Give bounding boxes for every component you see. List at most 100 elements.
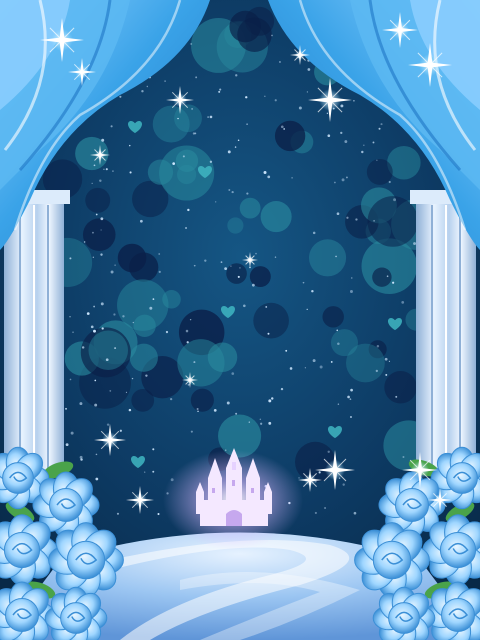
star-speck: [220, 261, 223, 263]
star-speck: [393, 198, 397, 202]
star-speck: [285, 349, 288, 352]
rose: [354, 522, 430, 598]
star-speck: [139, 219, 143, 223]
star-speck: [388, 180, 391, 184]
bokeh-dot: [82, 218, 116, 251]
star-speck: [340, 104, 344, 108]
star-speck: [243, 304, 246, 308]
star-speck: [224, 267, 228, 271]
bokeh-dot: [346, 343, 385, 383]
star-speck: [103, 168, 105, 170]
star-speck: [248, 421, 250, 423]
star-speck: [204, 259, 207, 262]
star-speck: [246, 123, 248, 125]
star-speck: [101, 327, 104, 330]
star-speck: [268, 399, 272, 403]
star-speck: [263, 171, 267, 175]
star-speck: [346, 216, 349, 219]
star-speck: [337, 403, 340, 405]
star-speck: [350, 388, 353, 392]
star-speck: [110, 125, 113, 128]
star-speck: [79, 402, 83, 406]
bokeh-dot: [117, 243, 147, 273]
star-speck: [345, 176, 348, 179]
star-speck: [327, 450, 330, 453]
star-speck: [69, 378, 72, 381]
star-speck: [164, 80, 166, 82]
star-speck: [146, 85, 149, 88]
star-speck: [185, 329, 189, 333]
star-speck: [349, 290, 353, 293]
star-speck: [190, 430, 193, 433]
star-speck: [342, 483, 345, 486]
star-speck: [340, 131, 343, 135]
star-speck: [304, 367, 306, 369]
star-speck: [378, 127, 381, 130]
star-speck: [114, 347, 117, 350]
bokeh-dot: [274, 120, 306, 152]
star-speck: [289, 367, 293, 370]
star-speck: [245, 96, 248, 99]
star-speck: [105, 168, 108, 171]
star-speck: [72, 331, 74, 333]
star-speck: [129, 171, 132, 174]
star-speck: [246, 192, 249, 195]
star-speck: [93, 305, 96, 308]
star-speck: [79, 455, 83, 459]
star-speck: [267, 332, 270, 335]
star-speck: [213, 408, 217, 412]
star-speck: [306, 91, 309, 93]
star-speck: [349, 398, 352, 400]
star-speck: [353, 511, 357, 515]
star-speck: [231, 190, 234, 194]
bokeh-dot: [237, 17, 272, 52]
star-speck: [353, 100, 355, 102]
star-speck: [280, 125, 284, 129]
star-speck: [314, 511, 317, 515]
star-speck: [193, 264, 196, 267]
star-speck: [231, 372, 235, 375]
star-speck: [93, 329, 96, 333]
bokeh-dot: [253, 302, 289, 339]
star-speck: [194, 132, 197, 135]
star-speck: [187, 208, 190, 212]
star-speck: [230, 265, 232, 267]
star-speck: [113, 313, 116, 316]
star-speck: [106, 423, 110, 426]
star-speck: [255, 252, 257, 255]
star-speck: [92, 231, 94, 234]
star-speck: [363, 144, 365, 146]
star-speck: [144, 471, 146, 473]
star-speck: [110, 270, 114, 274]
star-speck: [145, 374, 148, 377]
star-speck: [190, 42, 193, 45]
star-speck: [105, 358, 109, 362]
bokeh-dot: [372, 267, 392, 287]
star-speck: [100, 253, 103, 256]
star-speck: [351, 277, 353, 279]
star-speck: [191, 108, 193, 110]
star-speck: [152, 470, 155, 473]
scene-canvas: [0, 0, 480, 640]
star-speck: [141, 90, 144, 93]
star-speck: [311, 289, 314, 293]
star-speck: [227, 150, 231, 154]
star-speck: [271, 397, 274, 400]
star-speck: [334, 181, 336, 184]
bokeh-dot: [361, 238, 418, 294]
star-speck: [70, 431, 74, 435]
star-speck: [385, 373, 388, 376]
star-speck: [83, 241, 86, 243]
star-speck: [129, 144, 131, 147]
star-speck: [386, 275, 389, 278]
star-speck: [132, 321, 135, 324]
star-speck: [413, 242, 417, 245]
star-speck: [69, 257, 72, 260]
star-speck: [302, 281, 305, 284]
bokeh-dot: [131, 388, 155, 412]
star-speck: [330, 361, 333, 363]
star-speck: [81, 346, 85, 349]
star-speck: [267, 175, 271, 179]
star-speck: [99, 179, 102, 182]
star-speck: [280, 387, 284, 391]
